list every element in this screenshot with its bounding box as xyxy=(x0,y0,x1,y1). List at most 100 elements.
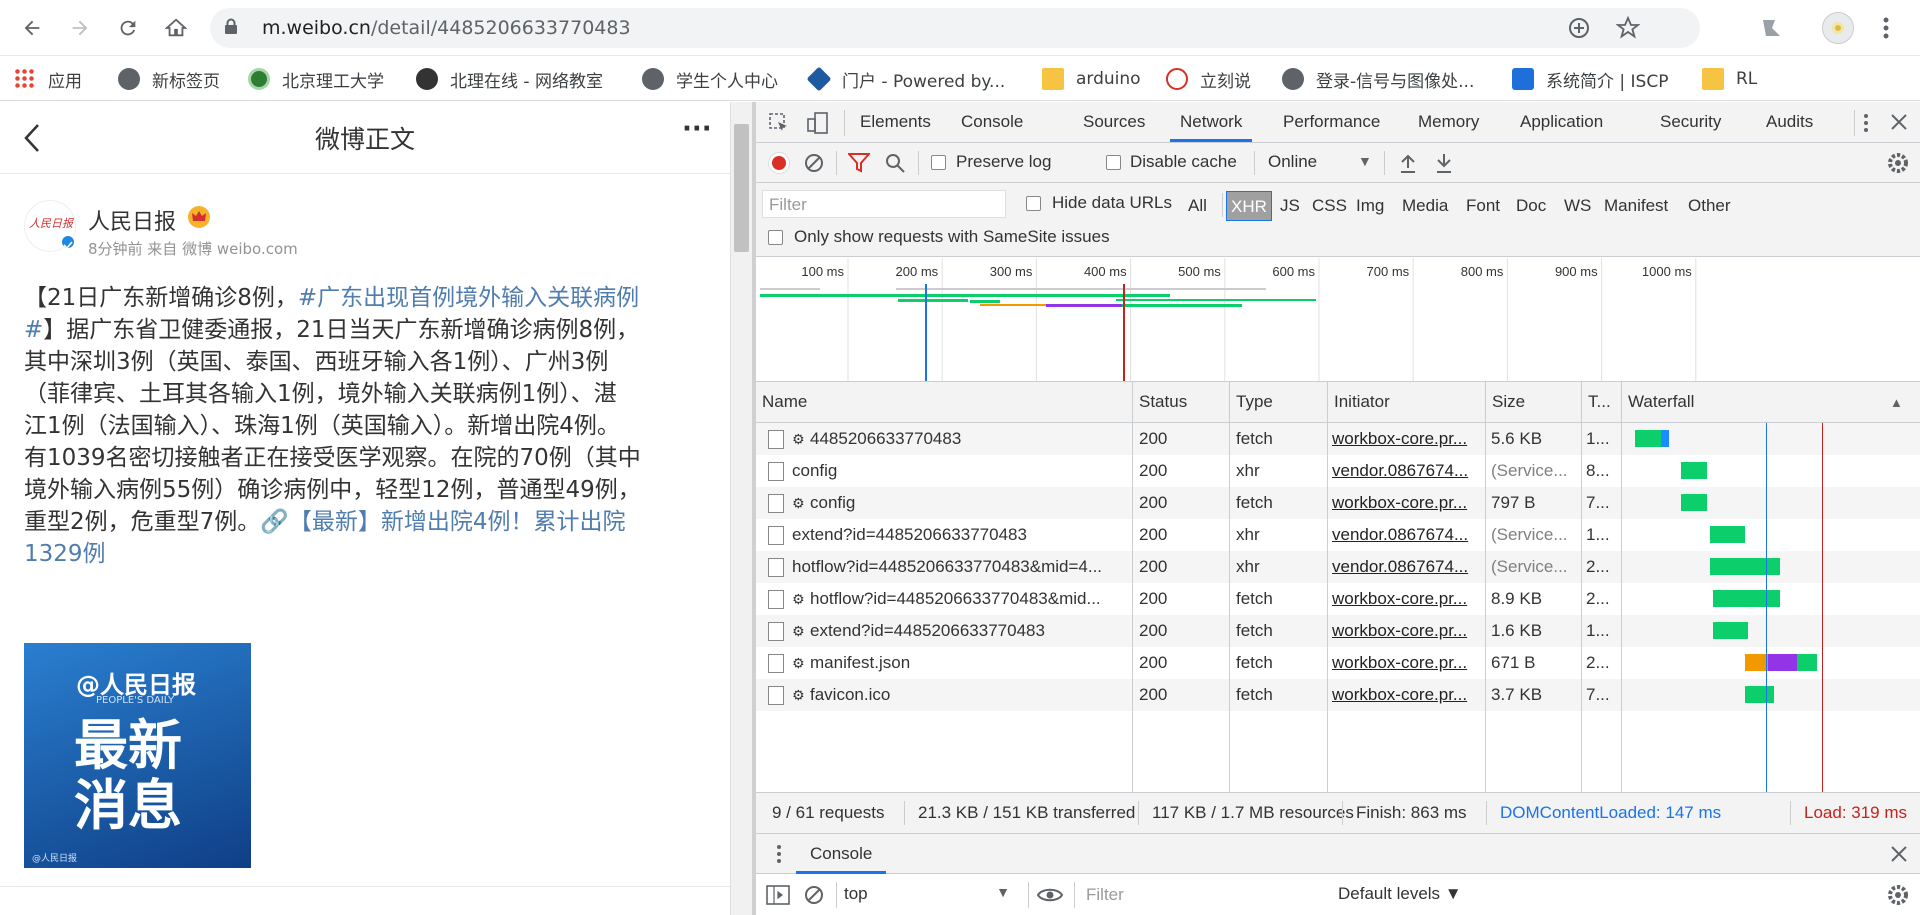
devtools-menu-icon[interactable] xyxy=(1860,112,1872,134)
chevron-down-icon[interactable]: ▼ xyxy=(1358,153,1372,169)
col-time[interactable]: T... xyxy=(1582,382,1620,422)
log-levels-select[interactable]: Default levels ▼ xyxy=(1338,884,1462,904)
preserve-log-checkbox[interactable] xyxy=(931,155,946,170)
clear-console-icon[interactable] xyxy=(804,885,824,905)
record-icon[interactable] xyxy=(768,152,790,174)
sidebar-toggle-icon[interactable] xyxy=(766,884,790,906)
profile-avatar[interactable] xyxy=(1822,12,1854,44)
address-bar[interactable]: m.weibo.cn/detail/4485206633770483 xyxy=(210,8,1700,48)
clear-icon[interactable] xyxy=(804,153,824,173)
col-type[interactable]: Type xyxy=(1230,382,1326,422)
request-name[interactable]: config xyxy=(792,455,1128,487)
tab-audits[interactable]: Audits xyxy=(1766,102,1813,142)
filter-type-all[interactable]: All xyxy=(1188,196,1207,216)
url-text[interactable]: m.weibo.cn/detail/4485206633770483 xyxy=(262,17,631,39)
network-settings-gear-icon[interactable] xyxy=(1886,151,1910,175)
filter-type-css[interactable]: CSS xyxy=(1312,196,1347,216)
request-row[interactable]: extend?id=4485206633770483 200 xhr vendor.0… xyxy=(756,519,1920,551)
reload-icon[interactable] xyxy=(112,12,144,44)
request-initiator-link[interactable]: workbox-core.pr... xyxy=(1332,583,1482,615)
bookmark-apps[interactable]: 应用 xyxy=(14,65,82,93)
col-waterfall[interactable]: Waterfall xyxy=(1622,382,1872,422)
col-name[interactable]: Name xyxy=(756,382,1131,422)
request-name[interactable]: config xyxy=(810,487,1128,519)
bookmark-rl[interactable]: RL xyxy=(1702,65,1757,93)
extension-icon[interactable] xyxy=(1760,16,1784,40)
hide-data-urls-checkbox[interactable] xyxy=(1026,196,1041,211)
tab-console[interactable]: Console xyxy=(961,102,1023,142)
article-link[interactable]: 1329例 xyxy=(24,538,714,570)
request-row[interactable]: ⚙ 4485206633770483 200 fetch workbox-core.pr… xyxy=(756,423,1920,455)
drawer-tab-console[interactable]: Console xyxy=(796,834,887,874)
request-name[interactable]: hotflow?id=4485206633770483&mid... xyxy=(810,583,1128,615)
request-initiator-link[interactable]: workbox-core.pr... xyxy=(1332,647,1482,679)
inspect-element-icon[interactable] xyxy=(768,112,790,134)
column-divider[interactable] xyxy=(1485,382,1486,792)
col-status[interactable]: Status xyxy=(1133,382,1228,422)
console-settings-gear-icon[interactable] xyxy=(1886,883,1910,907)
request-name[interactable]: manifest.json xyxy=(810,647,1128,679)
request-name[interactable]: hotflow?id=4485206633770483&mid=4... xyxy=(792,551,1128,583)
back-icon[interactable] xyxy=(16,12,48,44)
bookmark-signal-login[interactable]: 登录-信号与图像处... xyxy=(1282,65,1474,93)
bookmark-online-class[interactable]: 北理在线 - 网络教室 xyxy=(416,65,603,93)
console-filter-input[interactable]: Filter xyxy=(1082,880,1322,908)
request-initiator-link[interactable]: workbox-core.pr... xyxy=(1332,487,1482,519)
tab-network[interactable]: Network xyxy=(1170,102,1253,142)
filter-type-js[interactable]: JS xyxy=(1280,196,1300,216)
column-divider[interactable] xyxy=(1132,382,1133,792)
close-drawer-icon[interactable] xyxy=(1890,845,1910,865)
import-har-icon[interactable] xyxy=(1398,152,1418,174)
drawer-menu-icon[interactable] xyxy=(776,842,782,866)
sort-ascending-icon[interactable]: ▲ xyxy=(1890,395,1903,410)
tab-security[interactable]: Security xyxy=(1660,102,1721,142)
column-divider[interactable] xyxy=(1327,382,1328,792)
filter-type-doc[interactable]: Doc xyxy=(1516,196,1546,216)
more-options-icon[interactable]: ··· xyxy=(682,114,712,144)
request-row[interactable]: ⚙ config 200 fetch workbox-core.pr... 797 B 7.… xyxy=(756,487,1920,519)
column-divider[interactable] xyxy=(1229,382,1230,792)
request-initiator-link[interactable]: vendor.0867674... xyxy=(1332,551,1482,583)
filter-type-img[interactable]: Img xyxy=(1356,196,1384,216)
samesite-checkbox[interactable] xyxy=(768,230,783,245)
request-row[interactable]: hotflow?id=4485206633770483&mid=4... 200 x… xyxy=(756,551,1920,583)
bookmark-iscp[interactable]: 系统简介 | ISCP xyxy=(1512,65,1668,93)
col-initiator[interactable]: Initiator xyxy=(1328,382,1484,422)
star-icon[interactable] xyxy=(1615,15,1641,40)
request-name[interactable]: 4485206633770483 xyxy=(810,423,1128,455)
request-row[interactable]: ⚙ favicon.ico 200 fetch workbox-core.pr... 3.… xyxy=(756,679,1920,711)
topic-link[interactable]: # xyxy=(24,317,43,343)
live-expression-eye-icon[interactable] xyxy=(1036,884,1066,906)
context-select[interactable]: top ▼ xyxy=(844,884,1020,904)
request-initiator-link[interactable]: workbox-core.pr... xyxy=(1332,423,1482,455)
tab-memory[interactable]: Memory xyxy=(1418,102,1479,142)
bookmark-newtab[interactable]: 新标签页 xyxy=(118,65,220,93)
bookmark-student-center[interactable]: 学生个人中心 xyxy=(642,65,778,93)
request-initiator-link[interactable]: workbox-core.pr... xyxy=(1332,615,1482,647)
bookmark-portal[interactable]: 门户 - Powered by... xyxy=(806,65,1005,93)
column-divider[interactable] xyxy=(1581,382,1582,792)
kebab-menu-icon[interactable] xyxy=(1880,14,1892,42)
scrollbar-thumb[interactable] xyxy=(734,124,749,252)
network-overview[interactable]: 100 ms 200 ms 300 ms 400 ms 500 ms 600 ms 700 … xyxy=(756,258,1920,382)
bookmark-bit[interactable]: 北京理工大学 xyxy=(248,65,384,93)
column-divider[interactable] xyxy=(1621,382,1622,792)
disable-cache-checkbox[interactable] xyxy=(1106,155,1121,170)
filter-type-font[interactable]: Font xyxy=(1466,196,1500,216)
filter-funnel-icon[interactable] xyxy=(846,153,872,173)
add-tab-search-icon[interactable] xyxy=(1568,17,1590,39)
throttling-select[interactable]: Online xyxy=(1268,152,1317,172)
post-image[interactable]: @人民日报 PEOPLE'S DAILY 最新 消息 @人民日报 xyxy=(24,643,251,868)
filter-type-xhr[interactable]: XHR xyxy=(1226,191,1272,221)
filter-type-other[interactable]: Other xyxy=(1688,196,1731,216)
request-row[interactable]: ⚙ manifest.json 200 fetch workbox-core.pr...… xyxy=(756,647,1920,679)
bookmark-likeshuo[interactable]: 立刻说 xyxy=(1166,65,1251,93)
request-name[interactable]: extend?id=4485206633770483 xyxy=(792,519,1128,551)
filter-type-ws[interactable]: WS xyxy=(1564,196,1591,216)
export-har-icon[interactable] xyxy=(1434,152,1454,174)
bookmark-arduino[interactable]: arduino xyxy=(1042,65,1141,93)
request-initiator-link[interactable]: workbox-core.pr... xyxy=(1332,679,1482,711)
tab-sources[interactable]: Sources xyxy=(1083,102,1145,142)
search-icon[interactable] xyxy=(884,152,906,174)
filter-input[interactable]: Filter xyxy=(762,190,1006,218)
